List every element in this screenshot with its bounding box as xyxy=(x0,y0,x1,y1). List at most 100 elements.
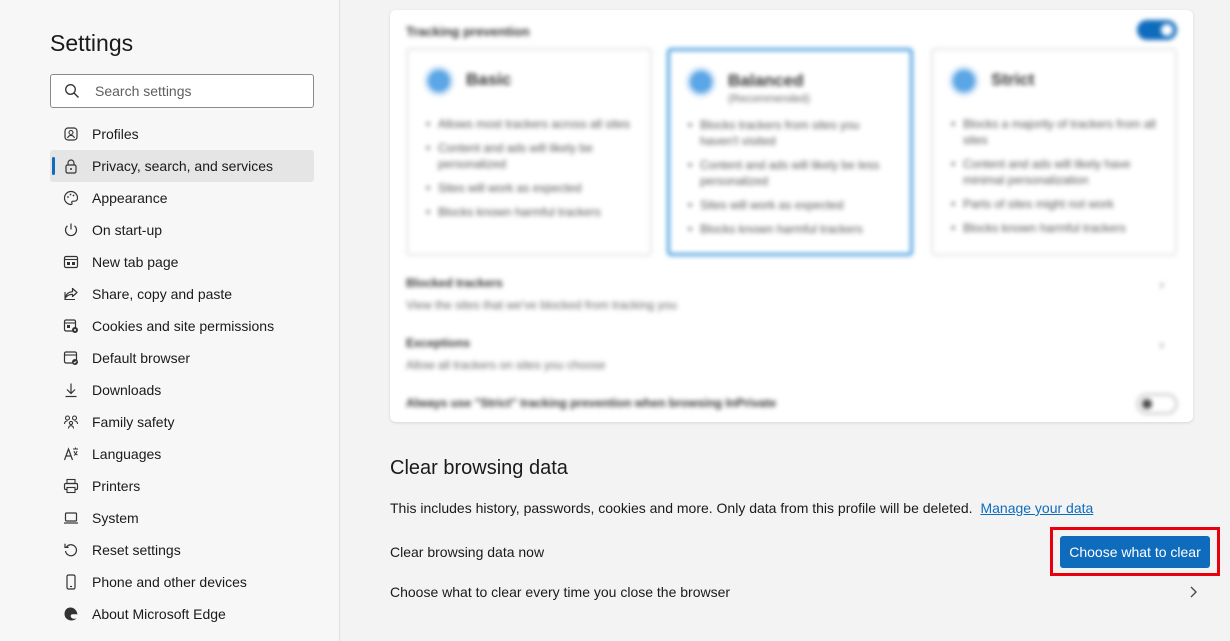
blocked-trackers-title: Blocked trackers xyxy=(406,276,503,290)
strict-inprivate-label: Always use "Strict" tracking prevention … xyxy=(406,396,777,410)
sidebar-item-label: Reset settings xyxy=(92,542,181,558)
exceptions-row[interactable]: Exceptions Allow all trackers on sites y… xyxy=(406,336,1176,372)
phone-icon xyxy=(66,574,76,590)
level-bullets: Allows most trackers across all sites Co… xyxy=(426,116,636,228)
sidebar-item-default-browser[interactable]: Default browser xyxy=(50,342,314,374)
sidebar-item-label: Cookies and site permissions xyxy=(92,318,275,334)
share-icon xyxy=(64,287,78,301)
sidebar-item-newtab[interactable]: New tab page xyxy=(50,246,314,278)
sidebar-item-label: Downloads xyxy=(92,382,162,398)
sidebar-item-appearance[interactable]: Appearance xyxy=(50,182,314,214)
level-bullet: Blocks trackers from sites you haven't v… xyxy=(688,117,898,149)
cookies-icon xyxy=(63,319,78,333)
level-bullet: Sites will work as expected xyxy=(426,180,636,196)
sidebar-item-label: System xyxy=(92,510,139,526)
level-name: Balanced xyxy=(728,71,804,90)
clear-data-now-label: Clear browsing data now xyxy=(390,544,545,560)
reset-icon xyxy=(64,543,78,557)
level-bullet: Content and ads will likely be personali… xyxy=(426,140,636,172)
manage-your-data-link[interactable]: Manage your data xyxy=(980,500,1093,516)
sidebar-item-cookies[interactable]: Cookies and site permissions xyxy=(50,310,314,342)
level-bullet: Sites will work as expected xyxy=(688,197,898,213)
level-bullet: Blocks known harmful trackers xyxy=(426,204,636,220)
basic-shield-icon xyxy=(424,66,454,96)
strict-inprivate-row: Always use "Strict" tracking prevention … xyxy=(406,396,1176,410)
sidebar-item-family[interactable]: Family safety xyxy=(50,406,314,438)
sidebar-nav: Profiles Privacy, search, and services A… xyxy=(50,118,314,630)
chevron-right-icon: › xyxy=(1159,336,1164,352)
sidebar-item-printers[interactable]: Printers xyxy=(50,470,314,502)
system-icon xyxy=(64,512,78,524)
lock-icon xyxy=(65,159,77,174)
tracking-prevention-toggle[interactable] xyxy=(1137,20,1177,40)
sidebar: Settings Profiles Privacy, search, and s… xyxy=(0,0,340,641)
level-strict[interactable]: Strict Blocks a majority of trackers fro… xyxy=(931,48,1177,256)
level-bullet: Blocks a majority of trackers from all s… xyxy=(951,116,1161,148)
sidebar-item-label: Share, copy and paste xyxy=(92,286,233,302)
chevron-right-icon: › xyxy=(1159,276,1164,292)
download-icon xyxy=(65,383,77,398)
search-input[interactable] xyxy=(95,81,305,101)
printer-icon xyxy=(63,478,79,494)
clear-browsing-data-description: This includes history, passwords, cookie… xyxy=(390,500,1093,516)
clear-browsing-data-heading: Clear browsing data xyxy=(390,457,568,479)
level-subtitle: (Recommended) xyxy=(728,93,810,105)
sidebar-item-profiles[interactable]: Profiles xyxy=(50,118,314,150)
sidebar-item-label: New tab page xyxy=(92,254,179,270)
exceptions-title: Exceptions xyxy=(406,336,471,350)
strict-inprivate-toggle[interactable] xyxy=(1137,394,1177,414)
language-icon xyxy=(63,447,78,461)
sidebar-item-label: Printers xyxy=(92,478,141,494)
newtab-icon xyxy=(63,255,79,269)
sidebar-item-label: Default browser xyxy=(92,350,191,366)
sidebar-item-label: Profiles xyxy=(92,126,139,142)
sidebar-item-about[interactable]: About Microsoft Edge xyxy=(50,598,314,630)
balanced-shield-icon xyxy=(686,67,716,97)
sidebar-item-reset[interactable]: Reset settings xyxy=(50,534,314,566)
highlight-annotation xyxy=(1050,527,1220,576)
clear-on-close-label[interactable]: Choose what to clear every time you clos… xyxy=(390,584,730,600)
blocked-trackers-desc: View the sites that we've blocked from t… xyxy=(406,298,677,312)
sidebar-item-languages[interactable]: Languages xyxy=(50,438,314,470)
edge-icon xyxy=(64,607,78,621)
main-content: Tracking prevention Basic Allows most tr… xyxy=(341,0,1230,641)
browser-icon xyxy=(63,351,78,365)
sidebar-item-downloads[interactable]: Downloads xyxy=(50,374,314,406)
sidebar-item-label: Family safety xyxy=(92,414,175,430)
tracking-prevention-card: Tracking prevention Basic Allows most tr… xyxy=(390,10,1193,422)
power-icon xyxy=(64,223,78,237)
level-name: Strict xyxy=(991,70,1035,89)
sidebar-item-label: About Microsoft Edge xyxy=(92,606,226,622)
sidebar-item-system[interactable]: System xyxy=(50,502,314,534)
tracking-prevention-title: Tracking prevention xyxy=(406,24,530,39)
search-icon xyxy=(65,84,79,98)
profile-icon xyxy=(64,127,78,141)
exceptions-desc: Allow all trackers on sites you choose xyxy=(406,358,606,372)
sidebar-item-label: Languages xyxy=(92,446,162,462)
level-balanced[interactable]: Balanced (Recommended) Blocks trackers f… xyxy=(667,48,913,256)
chevron-right-icon[interactable] xyxy=(1185,584,1201,600)
sidebar-item-startup[interactable]: On start-up xyxy=(50,214,314,246)
level-bullet: Blocks known harmful trackers xyxy=(688,221,898,237)
sidebar-item-phone[interactable]: Phone and other devices xyxy=(50,566,314,598)
sidebar-item-label: Appearance xyxy=(92,190,168,206)
family-icon xyxy=(63,415,79,429)
sidebar-item-label: Phone and other devices xyxy=(92,574,247,590)
blocked-trackers-row[interactable]: Blocked trackers View the sites that we'… xyxy=(406,276,1176,312)
level-bullet: Content and ads will likely be less pers… xyxy=(688,157,898,189)
level-bullet: Parts of sites might not work xyxy=(951,196,1161,212)
sidebar-item-label: On start-up xyxy=(92,222,163,238)
level-bullets: Blocks a majority of trackers from all s… xyxy=(951,116,1161,244)
level-bullet: Blocks known harmful trackers xyxy=(951,220,1161,236)
strict-shield-icon xyxy=(949,66,979,96)
sidebar-item-label: Privacy, search, and services xyxy=(92,158,274,174)
palette-icon xyxy=(63,190,79,206)
page-title: Settings xyxy=(50,30,134,56)
sidebar-item-privacy[interactable]: Privacy, search, and services xyxy=(50,150,314,182)
level-bullets: Blocks trackers from sites you haven't v… xyxy=(688,117,898,245)
level-name: Basic xyxy=(466,70,512,89)
level-basic[interactable]: Basic Allows most trackers across all si… xyxy=(406,48,652,256)
search-box[interactable] xyxy=(50,74,314,108)
sidebar-item-share[interactable]: Share, copy and paste xyxy=(50,278,314,310)
description-text: This includes history, passwords, cookie… xyxy=(390,500,973,516)
